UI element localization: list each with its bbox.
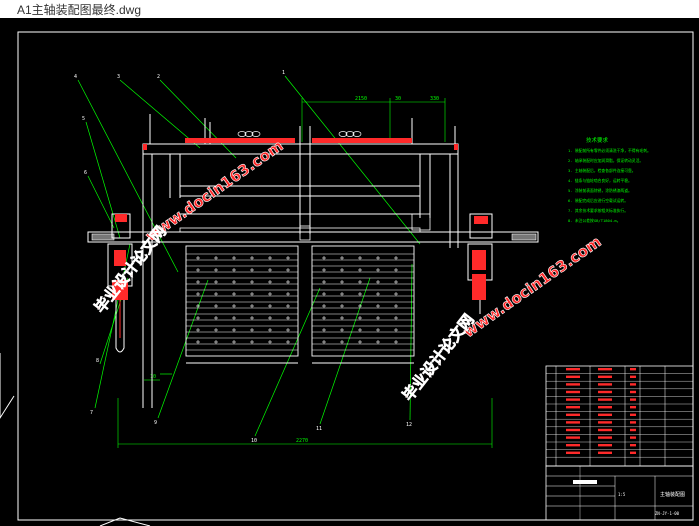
notes-heading: 技术要求 <box>586 136 609 144</box>
note-line-6: 6. 装配完成后应进行空载试运转。 <box>568 198 628 203</box>
svg-text:6: 6 <box>84 170 87 176</box>
svg-text:2: 2 <box>157 74 160 80</box>
note-line-3: 3. 主轴装配后，检查各部件连接可靠。 <box>568 168 636 173</box>
svg-text:11: 11 <box>316 426 322 432</box>
drum-crosses <box>196 256 398 344</box>
svg-text:4: 4 <box>74 74 77 80</box>
svg-text:8: 8 <box>96 358 99 364</box>
sheet-corner-bottom <box>99 517 151 526</box>
sheet-corner-left <box>0 353 15 419</box>
dim-top-total: 2150 <box>355 96 367 102</box>
svg-text:7: 7 <box>90 410 93 416</box>
technical-notes: 技术要求 1. 装配前所有零件必须清洗干净，不得有毛刺。 2. 轴承装配时应加润… <box>568 136 651 223</box>
watermark-1: www.docin163.com 毕业设计论文网 <box>91 136 287 317</box>
window-title: A1主轴装配图最终.dwg <box>17 3 142 17</box>
right-bearing-assembly <box>467 213 493 314</box>
dim-left-small: 10 <box>150 374 156 380</box>
title-block: 主轴装配图 1:5 ZN-JY-1-00 <box>545 465 694 521</box>
note-line-4: 4. 链条与链轮啮合良好，运转平稳。 <box>568 178 632 183</box>
drawing-svg[interactable]: 4 5 6 3 2 1 7 8 9 10 11 12 2150 30 330 2270 10 … <box>0 18 699 526</box>
svg-text:3: 3 <box>117 74 120 80</box>
watermark-2: www.docin163.com 毕业设计论文网 <box>399 232 605 405</box>
svg-text:1: 1 <box>282 70 285 76</box>
svg-text:9: 9 <box>154 420 157 426</box>
dim-bottom-total: 2270 <box>296 438 308 444</box>
note-line-2: 2. 轴承装配时应加润滑脂，保证转动灵活。 <box>568 158 643 163</box>
note-line-8: 8. 未注公差按GB/T1804-m。 <box>568 218 621 223</box>
drum-hatching <box>186 253 414 351</box>
title-bar: A1主轴装配图最终.dwg <box>0 0 699 18</box>
svg-text:5: 5 <box>82 116 85 122</box>
dim-top-a: 30 <box>395 96 401 102</box>
note-line-1: 1. 装配前所有零件必须清洗干净，不得有毛刺。 <box>568 148 651 153</box>
svg-text:10: 10 <box>251 438 257 444</box>
dim-top-b: 330 <box>430 96 439 102</box>
drawing-canvas[interactable]: 4 5 6 3 2 1 7 8 9 10 11 12 2150 30 330 2270 10… <box>0 18 699 526</box>
svg-text:12: 12 <box>406 422 412 428</box>
title-block-scale: 1:5 <box>618 492 626 497</box>
cad-viewer: A1主轴装配图最终.dwg 4 5 6 3 2 1 7 8 9 10 11 12… <box>0 0 699 526</box>
dimension-lines <box>117 98 493 448</box>
title-block-name: 主轴装配图 <box>660 491 685 498</box>
note-line-5: 5. 涂装前表面除锈，涂防锈漆两道。 <box>568 188 632 193</box>
parts-list <box>545 365 694 467</box>
drum-panels <box>185 245 415 364</box>
title-block-number: ZN-JY-1-00 <box>655 511 680 516</box>
note-line-7: 7. 其余技术要求按相关标准执行。 <box>568 208 628 213</box>
